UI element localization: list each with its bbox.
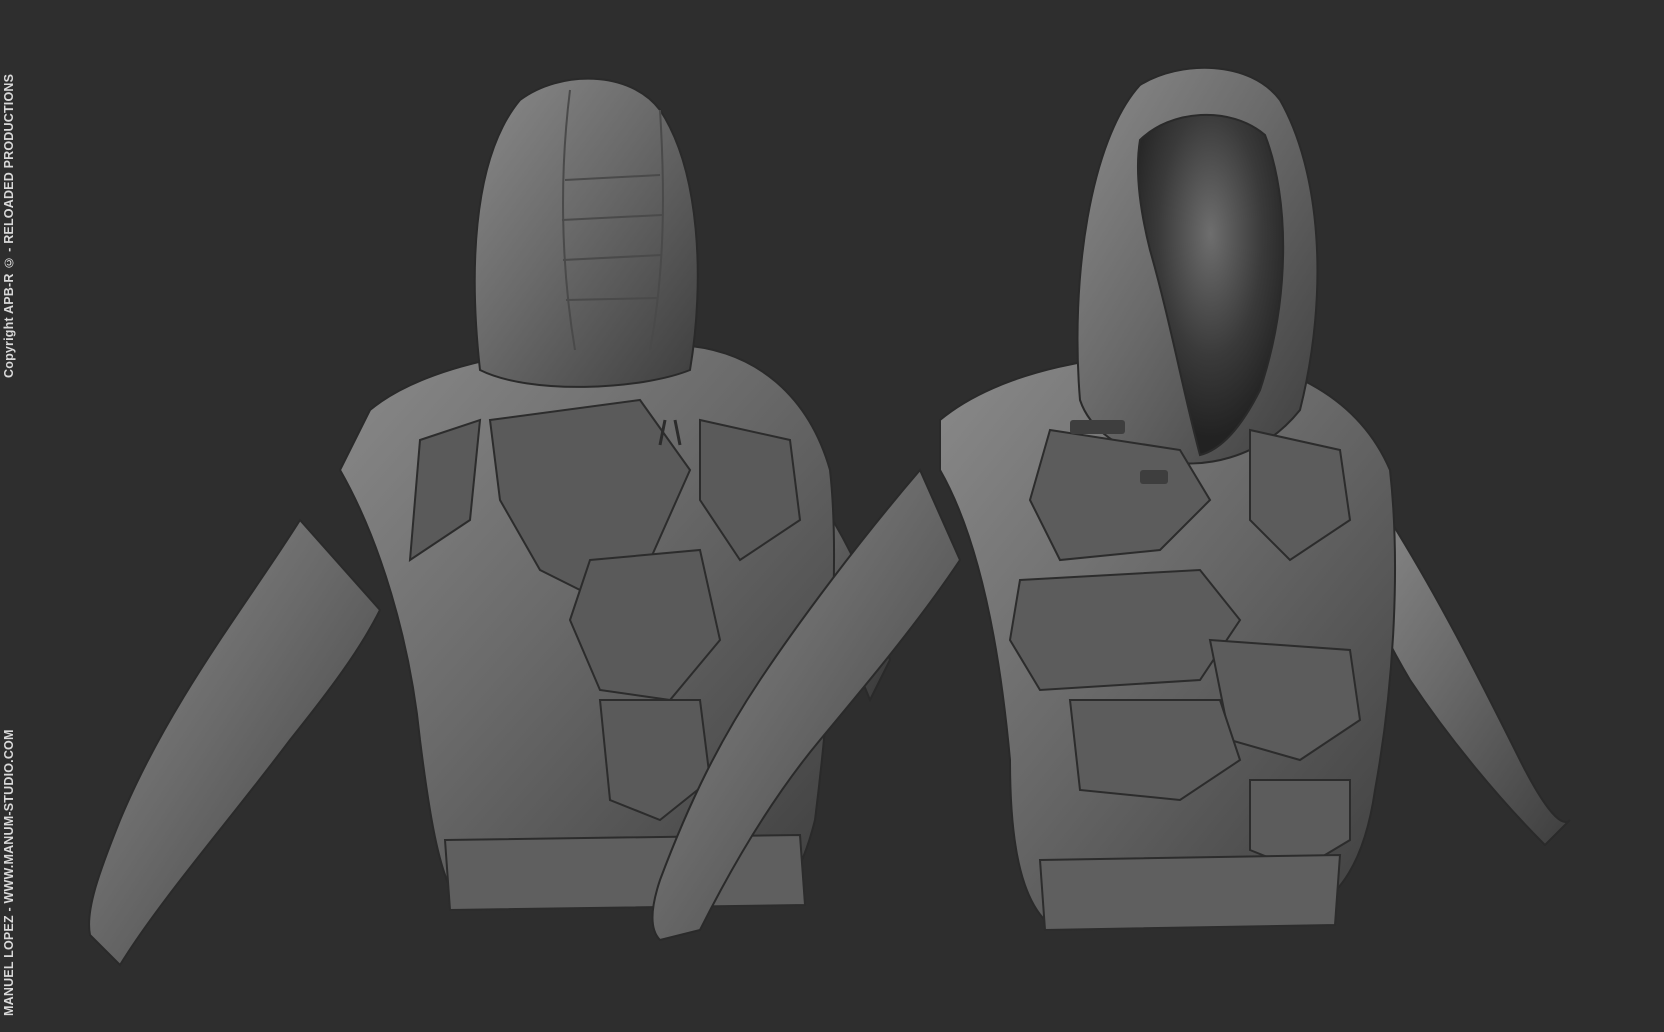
- render-canvas: [88, 66, 1571, 967]
- jacket-back-view: [88, 77, 892, 967]
- back-hood: [473, 77, 699, 388]
- front-waistband: [1038, 853, 1342, 932]
- back-left-sleeve: [88, 518, 382, 967]
- back-waistband: [443, 833, 807, 912]
